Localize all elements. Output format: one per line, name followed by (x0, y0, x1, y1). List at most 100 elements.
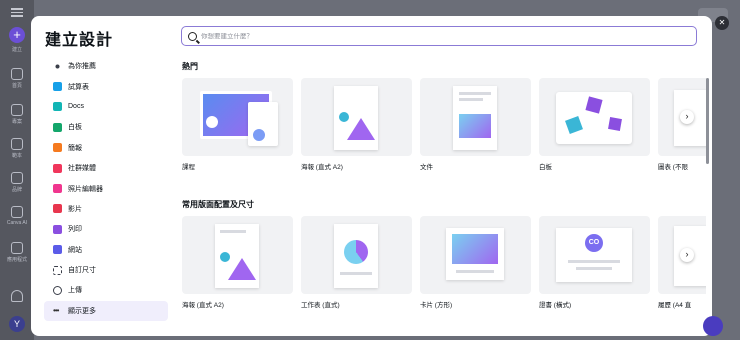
sidebar-item-website[interactable]: 網站 (44, 240, 168, 260)
sidebar-item-label: 試算表 (68, 83, 89, 91)
sidebar-item-video[interactable]: 影片 (44, 199, 168, 219)
layouts-row: 海報 (直式 A2) 工作表 (直式) 卡片 (方形) CO 證書 (橫式) 履… (182, 216, 706, 326)
card-label: 履歷 (A4 直 (658, 302, 692, 309)
close-button[interactable]: ✕ (715, 16, 729, 30)
rail-item-create-label: 建立 (11, 47, 22, 53)
search-input[interactable] (201, 32, 681, 40)
sidebar-item-photo-editor[interactable]: 照片編輯器 (44, 178, 168, 198)
sidebar-item-presentation[interactable]: 簡報 (44, 138, 168, 158)
card-thumbnail (182, 78, 293, 156)
sidebar-item-social-media[interactable]: 社群媒體 (44, 158, 168, 178)
template-icon (11, 138, 23, 150)
sidebar-item-label: 影片 (68, 205, 82, 213)
template-card[interactable]: 白板 (539, 78, 650, 171)
scroll-right-button[interactable]: › (680, 248, 694, 262)
camera-icon (53, 184, 62, 194)
video-icon (53, 204, 62, 214)
card-thumbnail: CO (539, 216, 650, 294)
sidebar-item-label: 白板 (68, 124, 82, 132)
sheet-icon (53, 82, 62, 92)
doc-icon (53, 102, 62, 112)
card-label: 白板 (539, 164, 552, 171)
category-list: 為你推薦 試算表 Docs 白板 簡報 社群媒體 照片編輯器 影片 列印 網站 … (44, 56, 168, 322)
scroll-right-button[interactable]: › (680, 110, 694, 124)
card-label: 文件 (420, 164, 433, 171)
search-icon (188, 31, 197, 41)
rail-item-templates[interactable]: 範本 (0, 138, 34, 159)
create-button[interactable]: + (9, 27, 25, 43)
heart-icon (53, 163, 62, 173)
sparkle-icon (53, 61, 62, 71)
sidebar-item-upload[interactable]: 上傳 (44, 280, 168, 300)
card-thumbnail (420, 216, 531, 294)
apps-icon (11, 242, 23, 254)
section-title-popular: 熱門 (182, 62, 198, 71)
app-sidebar: + 建立 首頁 專案 範本 品牌 Canva AI 應用程式 Y (0, 0, 34, 340)
sidebar-item-label: 自訂尺寸 (68, 267, 96, 275)
template-card[interactable]: 工作表 (直式) (301, 216, 412, 309)
card-thumbnail (182, 216, 293, 294)
section-title-layouts: 常用版面配置及尺寸 (182, 200, 254, 209)
menu-icon[interactable] (11, 6, 23, 17)
sidebar-item-print[interactable]: 列印 (44, 219, 168, 239)
resize-icon (53, 265, 62, 275)
template-card[interactable]: 海報 (直式 A2) (301, 78, 412, 171)
card-label: 海報 (直式 A2) (182, 302, 224, 309)
template-card[interactable]: 文件 (420, 78, 531, 171)
sidebar-item-label: 列印 (68, 226, 82, 234)
print-icon (53, 224, 62, 234)
avatar[interactable]: Y (9, 316, 25, 332)
sidebar-item-label: 網站 (68, 246, 82, 254)
sidebar-item-label: 照片編輯器 (68, 185, 103, 193)
template-card[interactable]: 課程 (182, 78, 293, 171)
sidebar-item-custom-size[interactable]: 自訂尺寸 (44, 260, 168, 280)
card-thumbnail (301, 216, 412, 294)
whiteboard-icon (53, 122, 62, 132)
sidebar-item-label: Docs (68, 103, 84, 111)
rail-item-home[interactable]: 首頁 (0, 68, 34, 89)
sidebar-item-label: 上傳 (68, 287, 82, 295)
template-card[interactable]: 卡片 (方形) (420, 216, 531, 309)
search-box[interactable] (181, 26, 697, 46)
logo-icon: CO (585, 234, 603, 252)
folder-icon (11, 104, 23, 116)
card-thumbnail (420, 78, 531, 156)
rail-item-brand[interactable]: 品牌 (0, 172, 34, 193)
sidebar-item-label: 為你推薦 (68, 63, 96, 71)
template-card[interactable]: 履歷 (A4 直 (658, 216, 706, 309)
scrollbar[interactable] (706, 78, 709, 164)
brand-icon (11, 172, 23, 184)
sidebar-item-label: 社群媒體 (68, 165, 96, 173)
create-design-modal: 建立設計 為你推薦 試算表 Docs 白板 簡報 社群媒體 照片編輯器 影片 列… (31, 16, 712, 336)
sidebar-item-recommended[interactable]: 為你推薦 (44, 56, 168, 76)
cloud-upload-icon (53, 285, 62, 295)
website-icon (53, 245, 62, 255)
rail-item-projects[interactable]: 專案 (0, 104, 34, 125)
card-label: 海報 (直式 A2) (301, 164, 343, 171)
card-label: 課程 (182, 164, 195, 171)
sidebar-item-whiteboard[interactable]: 白板 (44, 117, 168, 137)
template-card[interactable]: CO 證書 (橫式) (539, 216, 650, 309)
ai-icon (11, 206, 23, 218)
presentation-icon (53, 143, 62, 153)
card-thumbnail (301, 78, 412, 156)
template-card[interactable]: 海報 (直式 A2) (182, 216, 293, 309)
sidebar-item-docs[interactable]: Docs (44, 97, 168, 117)
modal-title: 建立設計 (45, 32, 114, 49)
more-icon: ••• (53, 305, 59, 315)
popular-row: 課程 海報 (直式 A2) 文件 白板 圖表 (不限 › (182, 78, 706, 188)
sidebar-item-show-more[interactable]: ••• 顯示更多 (44, 300, 168, 322)
card-label: 證書 (橫式) (539, 302, 572, 309)
rail-item-canva-ai[interactable]: Canva AI (0, 206, 34, 226)
bell-icon[interactable] (11, 290, 23, 302)
sidebar-item-label: 簡報 (68, 144, 82, 152)
sidebar-item-label: 顯示更多 (68, 307, 96, 315)
help-button[interactable] (703, 316, 723, 336)
rail-item-apps[interactable]: 應用程式 (0, 242, 34, 263)
card-label: 圖表 (不限 (658, 164, 688, 171)
sidebar-item-sheets[interactable]: 試算表 (44, 76, 168, 96)
card-label: 卡片 (方形) (420, 302, 453, 309)
home-icon (11, 68, 23, 80)
template-card[interactable]: 圖表 (不限 (658, 78, 706, 171)
card-label: 工作表 (直式) (301, 302, 340, 309)
